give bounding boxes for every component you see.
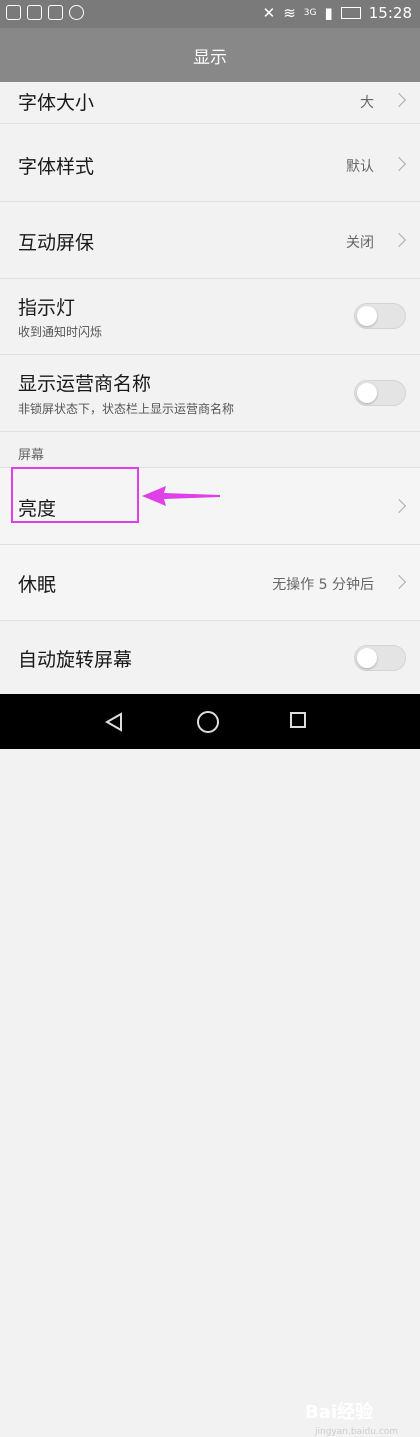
row-sleep[interactable]: 休眠 无操作 5 分钟后 xyxy=(0,545,420,621)
section-label: 屏幕 xyxy=(18,448,45,463)
back-icon[interactable] xyxy=(105,712,123,732)
row-font-size[interactable]: 字体大小 大 xyxy=(0,82,420,124)
notification-icons xyxy=(6,5,84,20)
row-value: 默认 xyxy=(346,159,374,175)
row-title: 互动屏保 xyxy=(18,232,95,254)
row-title: 显示运营商名称 xyxy=(18,373,152,395)
chevron-right-icon xyxy=(391,574,407,590)
row-auto-rotate[interactable]: 自动旋转屏幕 xyxy=(0,621,420,694)
clock: 15:28 xyxy=(368,4,412,22)
arrow-annotation-icon xyxy=(142,486,220,506)
row-title: 休眠 xyxy=(18,574,57,596)
network-type: 3G xyxy=(303,8,317,18)
battery-icon xyxy=(340,7,361,19)
chevron-right-icon xyxy=(391,498,407,514)
recent-apps-icon[interactable] xyxy=(290,712,306,728)
row-value: 无操作 5 分钟后 xyxy=(272,577,374,593)
auto-rotate-toggle[interactable] xyxy=(354,645,406,671)
chevron-right-icon xyxy=(391,92,407,108)
chevron-right-icon xyxy=(391,156,407,172)
row-title: 字体大小 xyxy=(18,92,95,114)
page-title-bar: 显示 xyxy=(0,28,420,82)
carrier-name-toggle[interactable] xyxy=(354,380,406,406)
app-icon xyxy=(69,5,84,20)
signal-icon: ▮ xyxy=(324,4,333,22)
home-icon[interactable] xyxy=(197,711,219,733)
row-indicator-light[interactable]: 指示灯 收到通知时闪烁 xyxy=(0,279,420,355)
watermark-url: jingyan.baidu.com xyxy=(315,1427,399,1437)
row-title: 自动旋转屏幕 xyxy=(18,649,133,671)
chevron-right-icon xyxy=(391,232,407,248)
watermark-logo: Bai经验 xyxy=(305,1402,374,1423)
row-title: 指示灯 xyxy=(18,297,76,319)
navigation-bar: Bai经验 jingyan.baidu.com xyxy=(0,694,420,1437)
highlight-annotation xyxy=(11,467,139,523)
image-icon xyxy=(48,5,63,20)
indicator-light-toggle[interactable] xyxy=(354,303,406,329)
row-value: 关闭 xyxy=(346,235,374,251)
sim-icon xyxy=(27,5,42,20)
mute-icon: ✕ xyxy=(262,4,276,22)
row-subtitle: 非锁屏状态下，状态栏上显示运营商名称 xyxy=(18,402,235,416)
row-value: 大 xyxy=(360,95,374,111)
row-title: 字体样式 xyxy=(18,156,95,178)
section-header: 屏幕 xyxy=(0,432,420,468)
row-screensaver[interactable]: 互动屏保 关闭 xyxy=(0,202,420,279)
row-font-style[interactable]: 字体样式 默认 xyxy=(0,124,420,202)
status-bar: ✕ ≋ 3G ▮ 15:28 xyxy=(0,0,420,28)
wifi-icon: ≋ xyxy=(283,4,296,22)
baidu-icon xyxy=(6,5,21,20)
settings-list: 字体大小 大 字体样式 默认 互动屏保 关闭 指示灯 收到通知时闪烁 显示运营商… xyxy=(0,82,420,694)
page-title: 显示 xyxy=(193,47,227,68)
row-subtitle: 收到通知时闪烁 xyxy=(18,325,103,339)
row-carrier-name[interactable]: 显示运营商名称 非锁屏状态下，状态栏上显示运营商名称 xyxy=(0,355,420,432)
status-icons: ✕ ≋ 3G ▮ 15:28 xyxy=(263,4,412,22)
